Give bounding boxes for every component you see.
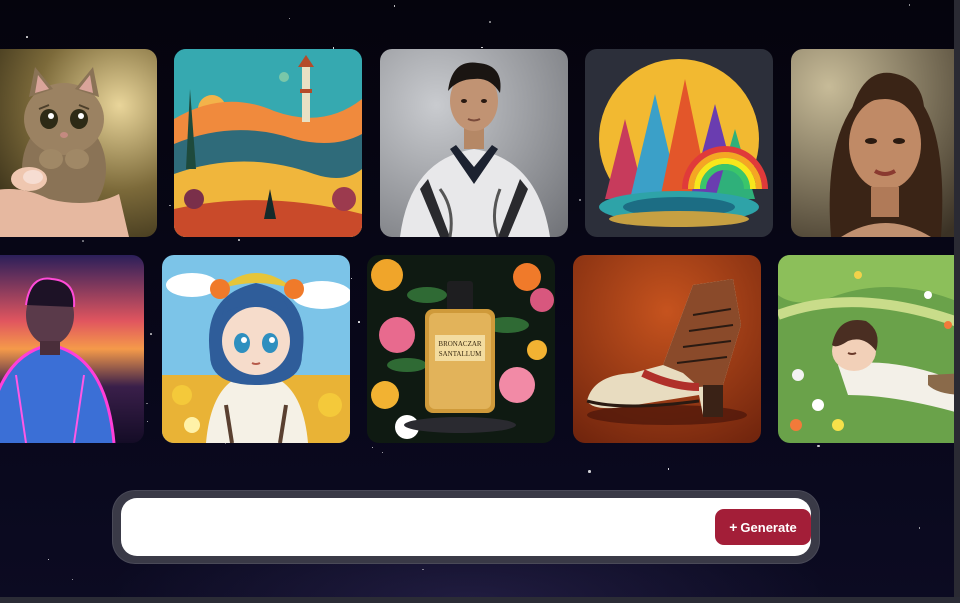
star-dot [26, 36, 28, 38]
star-dot [588, 470, 591, 473]
star-dot [288, 17, 291, 20]
star-dot [918, 527, 921, 529]
star-dot [381, 451, 384, 454]
kitten-image [0, 49, 157, 237]
perfume-image: BRONACZAR SANTALLUM [367, 255, 555, 443]
gallery-card-perfume[interactable]: BRONACZAR SANTALLUM [367, 255, 555, 443]
plus-icon: + [729, 519, 738, 535]
gallery-row-2: BRONACZAR SANTALLUM [0, 255, 960, 443]
star-dot [238, 239, 240, 241]
star-dot [817, 444, 820, 448]
perfume-label-line2: SANTALLUM [439, 350, 482, 358]
star-dot [371, 446, 374, 449]
gallery-card-man-portrait[interactable] [380, 49, 568, 237]
star-dot [667, 468, 670, 470]
gallery-card-girl-in-field[interactable] [778, 255, 960, 443]
anime-girl-image [162, 255, 350, 443]
cyberpunk-man-image [0, 255, 144, 443]
star-dot [422, 568, 424, 571]
star-dot [488, 20, 492, 24]
gallery-card-geometric-mountains[interactable] [585, 49, 773, 237]
geometric-mountains-image [585, 49, 773, 237]
boot-image [573, 255, 761, 443]
star-dot [393, 5, 396, 7]
scrollbar-track [954, 0, 960, 603]
generate-button[interactable]: + Generate [715, 509, 811, 545]
gallery-row-1 [0, 49, 960, 237]
gallery-card-cyberpunk-man[interactable] [0, 255, 144, 443]
page: BRONACZAR SANTALLUM + Generate [0, 0, 960, 603]
woman-portrait-image [791, 49, 960, 237]
gallery-card-boot[interactable] [573, 255, 761, 443]
landscape-image [174, 49, 362, 237]
perfume-label-line1: BRONACZAR [438, 340, 482, 348]
star-dot [82, 240, 84, 242]
prompt-bar: + Generate [113, 491, 819, 563]
gallery-card-landscape[interactable] [174, 49, 362, 237]
window-bottom-border [0, 597, 960, 603]
gallery-card-kitten[interactable] [0, 49, 157, 237]
prompt-input[interactable] [137, 508, 701, 548]
star-dot [481, 46, 483, 49]
gallery-card-anime-girl[interactable] [162, 255, 350, 443]
girl-in-field-image [778, 255, 960, 443]
gallery-card-woman-portrait[interactable] [791, 49, 960, 237]
star-dot [47, 558, 50, 561]
man-portrait-image [380, 49, 568, 237]
star-dot [908, 4, 911, 6]
star-dot [71, 578, 74, 581]
prompt-field-container: + Generate [121, 498, 811, 556]
generate-button-label: Generate [740, 519, 797, 535]
